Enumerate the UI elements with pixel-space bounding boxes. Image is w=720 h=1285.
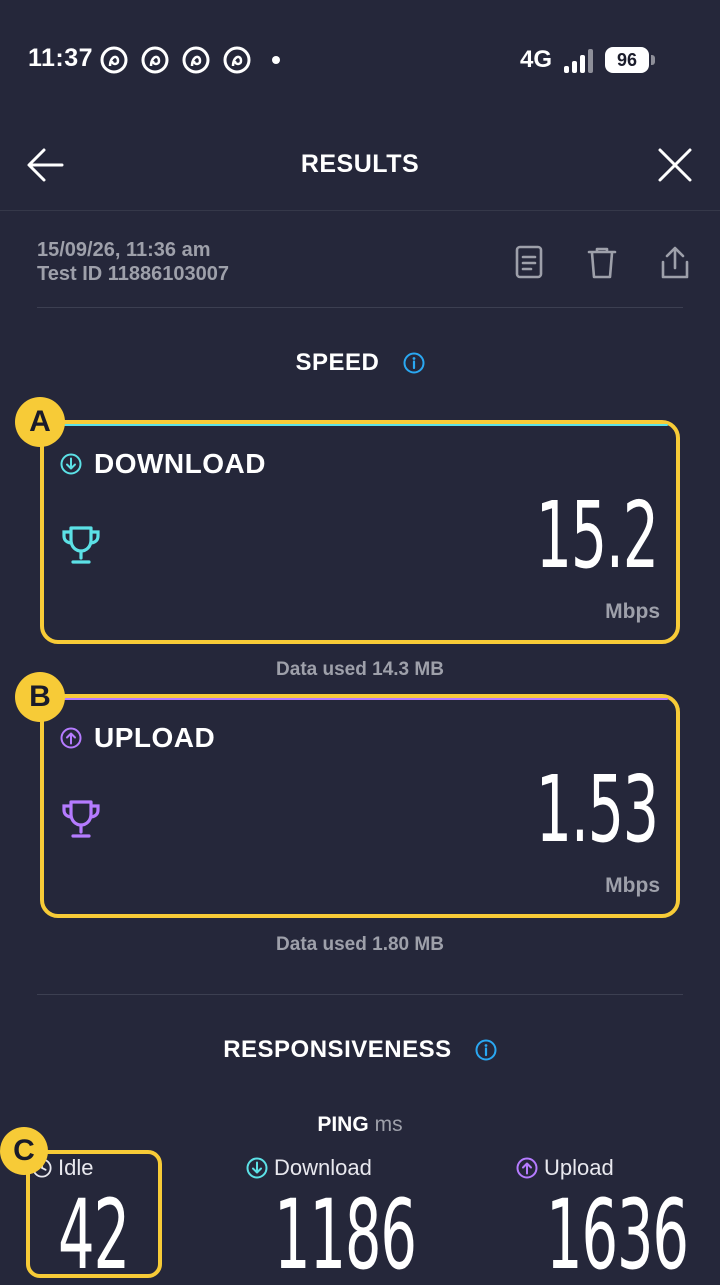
ping-upload-label: Upload (544, 1155, 614, 1180)
share-icon[interactable] (658, 244, 692, 282)
ping-unit: ms (374, 1113, 403, 1136)
info-icon[interactable] (403, 352, 425, 374)
results-screen: 11:37 4G 96 RESULTS 15/09/26, 11:36 am T… (0, 0, 720, 1285)
download-arrow-icon (246, 1157, 268, 1179)
threads-icon (100, 46, 128, 74)
trophy-icon (62, 526, 100, 564)
download-data-used: Data used 14.3 MB (276, 659, 444, 680)
trash-icon[interactable] (585, 244, 619, 282)
battery-tip (651, 55, 655, 65)
threads-icon (141, 46, 169, 74)
upload-arrow-icon (60, 727, 82, 749)
upload-arrow-icon (516, 1157, 538, 1179)
ping-label: PING ms (0, 1113, 720, 1137)
ping-download-header: Download (246, 1155, 372, 1181)
ping-title: PING (317, 1113, 369, 1136)
signal-icon (564, 49, 593, 73)
upload-speed-value: 1.53 (535, 756, 659, 863)
upload-accent-line (52, 698, 668, 700)
upload-unit: Mbps (605, 874, 660, 897)
top-bar: RESULTS (0, 120, 720, 211)
speed-title: SPEED (295, 348, 380, 376)
ping-upload-header: Upload (516, 1155, 614, 1181)
battery-level: 96 (605, 47, 649, 73)
status-bar: 11:37 4G 96 (0, 0, 720, 120)
annotation-badge-c: C (0, 1127, 48, 1175)
network-type: 4G (520, 46, 553, 73)
ping-idle-label: Idle (58, 1155, 94, 1180)
download-unit: Mbps (605, 600, 660, 623)
test-datetime: 15/09/26, 11:36 am (37, 239, 211, 261)
threads-icon (182, 46, 210, 74)
annotation-badge-b: B (15, 672, 65, 722)
download-header: DOWNLOAD (60, 448, 266, 480)
threads-icon (223, 46, 251, 74)
download-speed-value: 15.2 (535, 482, 659, 589)
responsiveness-title: RESPONSIVENESS (223, 1035, 452, 1063)
notes-icon[interactable] (512, 244, 546, 282)
upload-data-used: Data used 1.80 MB (276, 934, 444, 955)
upload-card[interactable]: UPLOAD 1.53 Mbps (40, 694, 680, 918)
ping-download: Download 1186 (246, 1155, 417, 1283)
responsiveness-section-title: RESPONSIVENESS (0, 1035, 720, 1064)
download-card[interactable]: DOWNLOAD 15.2 Mbps (40, 420, 680, 644)
speed-section-title: SPEED (0, 348, 720, 377)
ping-download-value: 1186 (274, 1179, 417, 1285)
download-accent-line (52, 424, 668, 426)
ping-upload: Upload 1636 (516, 1155, 689, 1283)
download-arrow-icon (60, 453, 82, 475)
ping-upload-value: 1636 (546, 1179, 689, 1285)
close-icon[interactable] (654, 144, 696, 186)
download-label: DOWNLOAD (94, 448, 266, 479)
upload-header: UPLOAD (60, 722, 215, 754)
annotation-badge-a: A (15, 397, 65, 447)
more-notifications-dot (272, 56, 280, 64)
upload-label: UPLOAD (94, 722, 216, 753)
battery-icon: 96 (605, 47, 657, 73)
ping-idle-value: 42 (58, 1179, 130, 1285)
page-title: RESULTS (300, 150, 420, 178)
info-icon[interactable] (475, 1039, 497, 1061)
ping-download-label: Download (274, 1155, 372, 1180)
divider (37, 994, 683, 995)
divider (37, 307, 683, 308)
trophy-icon (62, 800, 100, 838)
test-meta: 15/09/26, 11:36 am Test ID 11886103007 (37, 238, 229, 286)
status-time: 11:37 (28, 44, 94, 72)
test-id: Test ID 11886103007 (37, 263, 230, 285)
